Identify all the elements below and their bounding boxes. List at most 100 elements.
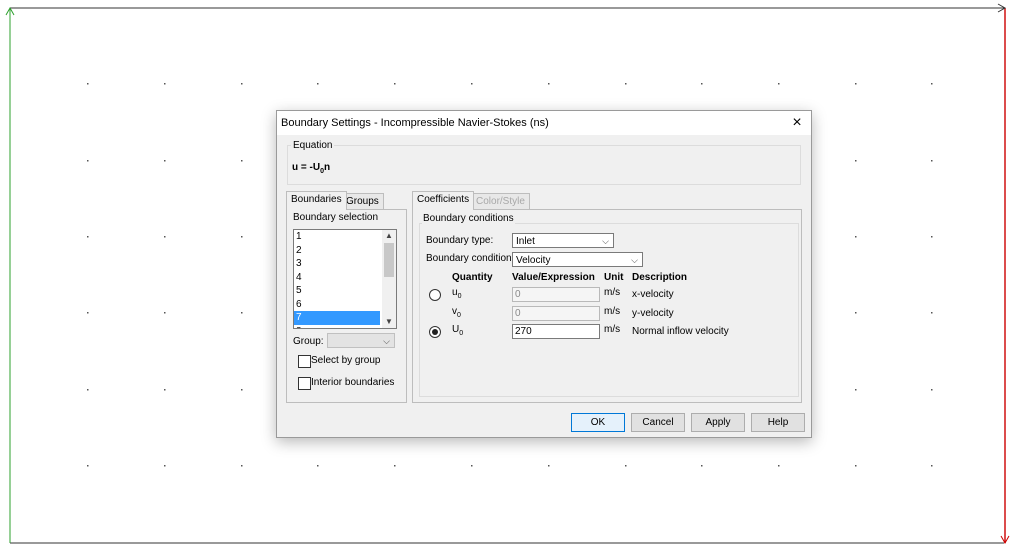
boundary-settings-dialog: Boundary Settings - Incompressible Navie… bbox=[276, 110, 812, 438]
grid-dot bbox=[87, 160, 89, 162]
grid-dot bbox=[855, 83, 857, 85]
unit-U0: m/s bbox=[604, 324, 621, 335]
list-item[interactable]: 3 bbox=[294, 257, 380, 271]
list-item[interactable]: 8 bbox=[294, 325, 380, 329]
grid-dot bbox=[855, 236, 857, 238]
grid-dot bbox=[931, 465, 933, 467]
grid-dot bbox=[855, 389, 857, 391]
grid-dot bbox=[625, 83, 627, 85]
v0-value-input[interactable]: 0 bbox=[512, 306, 600, 321]
ok-button[interactable]: OK bbox=[571, 413, 625, 432]
boundary-selection-label: Boundary selection bbox=[293, 212, 379, 223]
cancel-button[interactable]: Cancel bbox=[631, 413, 685, 432]
scroll-thumb[interactable] bbox=[384, 243, 394, 277]
grid-dot bbox=[471, 465, 473, 467]
u0-value-input[interactable]: 0 bbox=[512, 287, 600, 302]
grid-dot bbox=[548, 465, 550, 467]
u0-radio[interactable] bbox=[429, 289, 441, 301]
list-item[interactable]: 6 bbox=[294, 298, 380, 312]
header-quantity: Quantity bbox=[452, 272, 493, 283]
boundary-type-label: Boundary type: bbox=[426, 235, 494, 246]
list-item[interactable]: 7 bbox=[294, 311, 380, 325]
chevron-down-icon: ⌵ bbox=[383, 336, 390, 346]
select-by-group-checkbox[interactable] bbox=[298, 355, 311, 368]
grid-dot bbox=[931, 83, 933, 85]
quantity-U0: U0 bbox=[452, 324, 464, 337]
desc-u0: x-velocity bbox=[632, 289, 674, 300]
tab-color-style[interactable]: Color/Style bbox=[471, 193, 530, 210]
grid-dot bbox=[87, 389, 89, 391]
grid-dot bbox=[701, 83, 703, 85]
grid-dot bbox=[241, 389, 243, 391]
equation-text: u = -U0n bbox=[292, 162, 331, 175]
desc-U0: Normal inflow velocity bbox=[632, 326, 729, 337]
grid-dot bbox=[394, 465, 396, 467]
grid-dot bbox=[855, 160, 857, 162]
list-item[interactable]: 5 bbox=[294, 284, 380, 298]
quantity-v0: v0 bbox=[452, 306, 461, 319]
header-description: Description bbox=[632, 272, 688, 283]
grid-dot bbox=[701, 465, 703, 467]
grid-dot bbox=[548, 83, 550, 85]
grid-dot bbox=[164, 83, 166, 85]
list-item[interactable]: 4 bbox=[294, 271, 380, 285]
grid-dot bbox=[164, 160, 166, 162]
grid-dot bbox=[164, 312, 166, 314]
boundary-condition-label: Boundary condition: bbox=[426, 253, 515, 264]
dialog-titlebar[interactable]: Boundary Settings - Incompressible Navie… bbox=[277, 111, 811, 135]
list-scrollbar[interactable]: ▲ ▼ bbox=[382, 230, 396, 328]
boundary-conditions-label: Boundary conditions bbox=[422, 213, 515, 224]
grid-dot bbox=[87, 465, 89, 467]
select-by-group-label: Select by group bbox=[311, 355, 381, 366]
help-button[interactable]: Help bbox=[751, 413, 805, 432]
apply-button[interactable]: Apply bbox=[691, 413, 745, 432]
unit-u0: m/s bbox=[604, 287, 621, 298]
grid-dot bbox=[778, 83, 780, 85]
grid-dot bbox=[317, 465, 319, 467]
quantity-u0: u0 bbox=[452, 287, 462, 300]
scroll-down-icon[interactable]: ▼ bbox=[382, 316, 396, 328]
grid-dot bbox=[471, 83, 473, 85]
grid-dot bbox=[778, 465, 780, 467]
U0-value-input[interactable]: 270 bbox=[512, 324, 600, 339]
grid-dot bbox=[87, 312, 89, 314]
tab-coefficients[interactable]: Coefficients bbox=[412, 191, 475, 210]
equation-group bbox=[287, 145, 801, 185]
U0-radio[interactable] bbox=[429, 326, 441, 338]
dialog-title: Boundary Settings - Incompressible Navie… bbox=[281, 117, 549, 129]
boundary-condition-dropdown[interactable]: Velocity ⌵ bbox=[512, 252, 643, 267]
tab-groups[interactable]: Groups bbox=[341, 193, 384, 210]
header-unit: Unit bbox=[604, 272, 624, 283]
list-item[interactable]: 1 bbox=[294, 230, 380, 244]
group-label: Group: bbox=[293, 336, 324, 347]
boundary-list[interactable]: 12345678 ▲ ▼ bbox=[293, 229, 397, 329]
grid-dot bbox=[625, 465, 627, 467]
grid-dot bbox=[394, 83, 396, 85]
grid-dot bbox=[241, 312, 243, 314]
grid-dot bbox=[931, 236, 933, 238]
group-dropdown[interactable]: ⌵ bbox=[327, 333, 395, 348]
scroll-up-icon[interactable]: ▲ bbox=[382, 230, 396, 242]
grid-dot bbox=[931, 389, 933, 391]
grid-dot bbox=[317, 83, 319, 85]
unit-v0: m/s bbox=[604, 306, 621, 317]
desc-v0: y-velocity bbox=[632, 308, 674, 319]
grid-dot bbox=[855, 465, 857, 467]
equation-group-label: Equation bbox=[291, 140, 335, 151]
boundary-type-dropdown[interactable]: Inlet ⌵ bbox=[512, 233, 614, 248]
grid-dot bbox=[87, 83, 89, 85]
chevron-down-icon: ⌵ bbox=[602, 236, 609, 246]
close-icon[interactable]: × bbox=[787, 113, 807, 133]
interior-boundaries-label: Interior boundaries bbox=[311, 377, 395, 388]
grid-dot bbox=[241, 236, 243, 238]
interior-boundaries-checkbox[interactable] bbox=[298, 377, 311, 390]
grid-dot bbox=[164, 236, 166, 238]
tab-boundaries[interactable]: Boundaries bbox=[286, 191, 347, 210]
grid-dot bbox=[87, 236, 89, 238]
list-item[interactable]: 2 bbox=[294, 244, 380, 258]
grid-dot bbox=[241, 465, 243, 467]
header-value: Value/Expression bbox=[512, 272, 595, 283]
chevron-down-icon: ⌵ bbox=[631, 255, 638, 265]
grid-dot bbox=[931, 312, 933, 314]
grid-dot bbox=[164, 389, 166, 391]
